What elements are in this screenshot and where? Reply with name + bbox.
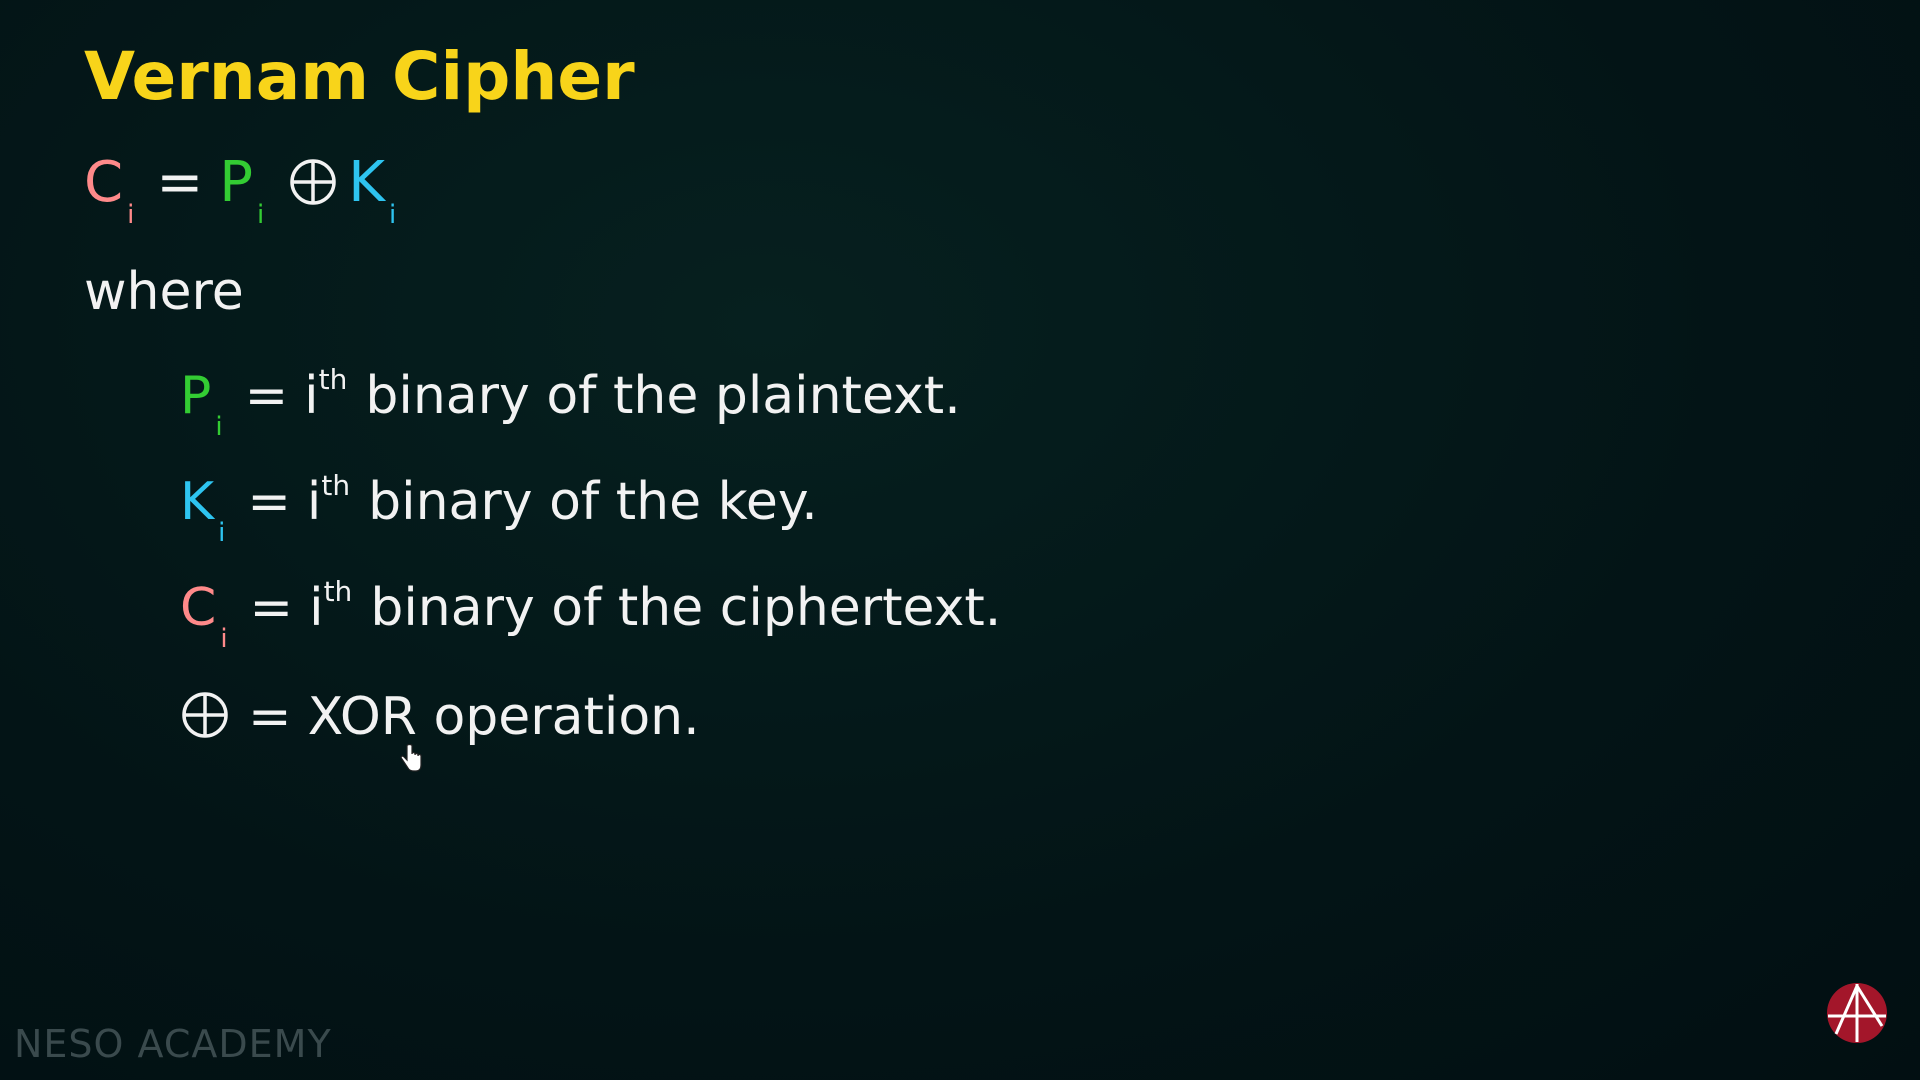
neso-logo-icon [1826,982,1888,1044]
formula-p: P [219,150,254,215]
def-k-text: binary of the key. [368,472,818,532]
def-p-equals: = [244,366,289,426]
def-c-sup: th [323,575,353,608]
formula-p-sub: i [257,200,265,230]
def-p-text: binary of the plaintext. [365,366,961,426]
def-p-sup: th [318,363,348,396]
def-c-symbol: C [180,578,217,638]
def-k-symbol: K [180,472,215,532]
definition-xor: = XOR operation. [180,684,700,747]
def-p-base: i [304,366,319,426]
def-k-sup: th [321,469,351,502]
definition-ciphertext: C i = i th binary of the ciphertext. [180,575,1002,654]
formula-c-sub: i [127,200,135,230]
formula-equals: = [156,150,204,215]
hand-cursor-icon [400,743,422,774]
def-c-base: i [309,578,324,638]
def-xor-equals: = [248,687,292,747]
def-c-text: binary of the ciphertext. [370,578,1002,638]
def-c-equals: = [249,578,294,638]
formula-c: C [84,150,124,215]
def-p-symbol: P [180,366,212,426]
where-label: where [84,262,244,322]
def-xor-text: XOR operation. [307,687,700,747]
watermark: NESO ACADEMY [14,1022,332,1066]
def-k-equals: = [247,472,291,532]
slide: Vernam Cipher C i = P i K i where P i = … [0,0,1920,1080]
definition-plaintext: P i = i th binary of the plaintext. [180,363,961,442]
formula-k: K [348,150,386,215]
slide-title: Vernam Cipher [84,38,635,115]
definition-key: K i = i th binary of the key. [180,469,818,548]
def-c-sub: i [220,624,228,654]
formula-k-sub: i [389,200,397,230]
circled-plus-icon [288,157,338,207]
def-k-sub: i [218,518,226,548]
circled-plus-icon [180,690,230,740]
def-k-base: i [306,472,322,532]
vernam-formula: C i = P i K i [84,150,410,230]
def-p-sub: i [215,412,223,442]
